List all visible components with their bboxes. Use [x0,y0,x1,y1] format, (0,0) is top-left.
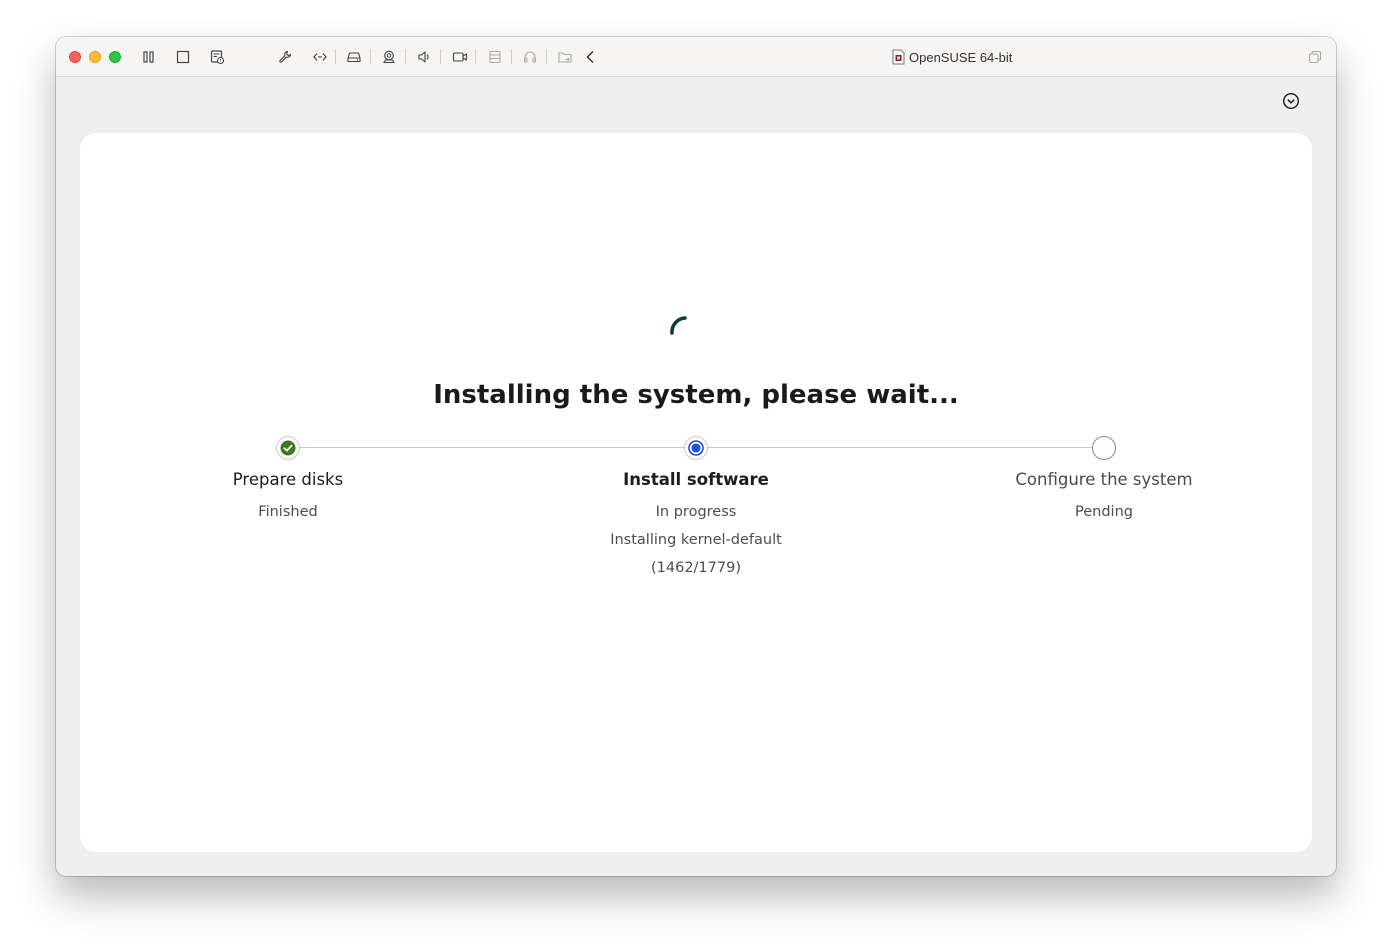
step-install-software: Install software In progress Installing … [546,469,846,582]
loading-spinner [670,316,687,335]
step-status: In progress [655,504,737,520]
shared-folder-icon[interactable] [556,48,574,66]
camera-icon[interactable] [380,48,398,66]
vm-window: OpenSUSE 64-bit Installing the system, p… [56,37,1336,876]
toolbar-divider [546,49,547,64]
maximize-window-button[interactable] [109,51,121,63]
step-title: Install software [623,470,769,489]
step-current-marker [684,436,708,460]
step-connector [300,447,684,448]
minimize-window-button[interactable] [89,51,101,63]
step-status: Pending [1075,504,1133,520]
options-dropdown-icon[interactable] [1282,92,1300,110]
toolbar-divider [440,49,441,64]
step-done-marker [276,436,300,460]
wrench-icon[interactable] [276,48,294,66]
window-title-group: OpenSUSE 64-bit [892,47,1012,67]
window-title: OpenSUSE 64-bit [909,49,1013,65]
step-status: Finished [258,504,318,520]
snapshot-icon[interactable] [208,48,226,66]
step-progress-count: (1462/1779) [650,560,741,576]
toolbar-divider [511,49,512,64]
sound-icon[interactable] [415,48,433,66]
stop-icon[interactable] [174,48,192,66]
close-window-button[interactable] [69,51,81,63]
check-circle-icon [280,440,296,456]
current-step-icon [688,440,704,456]
toolbar-divider [405,49,406,64]
storage-icon[interactable] [486,48,504,66]
toolbar-divider [370,49,371,64]
back-chevron-icon[interactable] [582,48,600,66]
headphones-icon[interactable] [521,48,539,66]
hard-disk-icon[interactable] [345,48,363,66]
restore-window-icon[interactable] [1307,49,1323,65]
video-icon[interactable] [451,48,469,66]
step-prepare-disks: Prepare disks Finished [138,469,438,526]
vm-document-icon [892,49,905,65]
toolbar-divider [335,49,336,64]
code-icon[interactable] [311,48,329,66]
installer-panel: Installing the system, please wait... Pr… [80,133,1312,852]
step-title: Prepare disks [232,470,344,489]
sidebar-icon[interactable] [140,48,158,66]
step-pending-marker [1092,436,1116,460]
step-title: Configure the system [1015,470,1193,489]
installing-heading: Installing the system, please wait... [433,380,959,410]
toolbar-divider [475,49,476,64]
step-connector [708,447,1092,448]
title-bar: OpenSUSE 64-bit [56,37,1336,77]
step-configure-system: Configure the system Pending [954,469,1254,526]
step-detail: Installing kernel-default [610,532,782,548]
